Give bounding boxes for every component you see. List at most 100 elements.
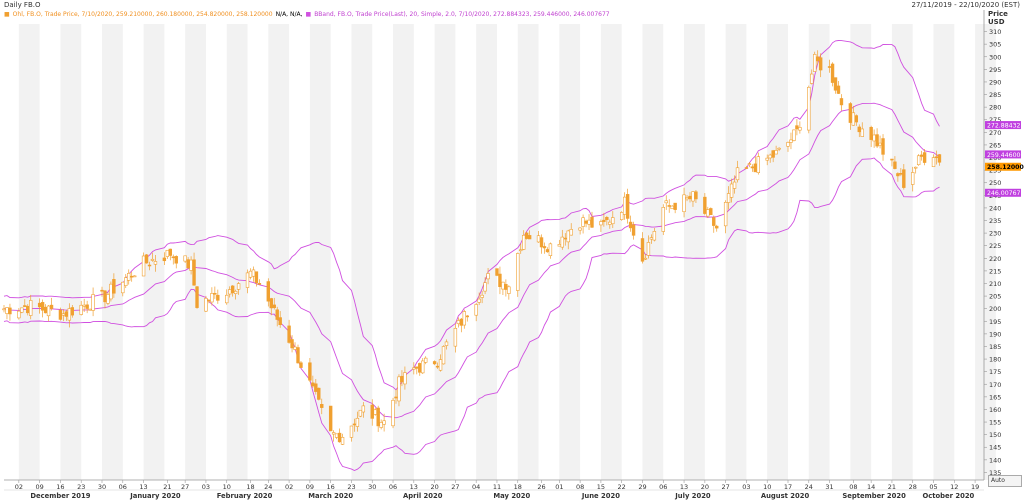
candle-body bbox=[308, 362, 312, 381]
candle-body bbox=[85, 304, 89, 309]
day-tick-label: 26 bbox=[537, 483, 545, 491]
day-tick-label: 06 bbox=[119, 483, 127, 491]
candle-body bbox=[415, 366, 419, 369]
candle-body bbox=[397, 376, 401, 402]
candle-body bbox=[622, 196, 627, 215]
candle-body bbox=[456, 320, 461, 325]
candle-body bbox=[670, 205, 674, 210]
candle-body bbox=[875, 134, 879, 147]
auto-scale-button[interactable]: Auto bbox=[988, 475, 1022, 487]
month-label: December 2019 bbox=[30, 492, 90, 500]
day-tick-label: 23 bbox=[77, 483, 85, 491]
candle-body bbox=[709, 208, 713, 215]
price-tick-label: 305 bbox=[989, 41, 1001, 49]
candle-body bbox=[153, 261, 158, 265]
price-tick-label: 165 bbox=[989, 393, 1001, 401]
price-tick-label: 140 bbox=[989, 456, 1001, 464]
candle-body bbox=[382, 420, 386, 425]
candle-body bbox=[646, 242, 651, 256]
price-tick-label: 195 bbox=[989, 318, 1001, 326]
candle-body bbox=[174, 256, 178, 264]
month-label: October 2020 bbox=[922, 492, 974, 500]
day-tick-label: 17 bbox=[784, 483, 792, 491]
candle-body bbox=[269, 298, 273, 309]
candle-body bbox=[628, 221, 633, 229]
candle-body bbox=[486, 273, 490, 280]
week-band bbox=[434, 24, 456, 480]
candle-body bbox=[507, 286, 511, 294]
price-tag-label: 258.120000 bbox=[987, 164, 1024, 171]
week-band bbox=[268, 24, 290, 480]
candle-body bbox=[899, 173, 903, 175]
price-tick-label: 265 bbox=[989, 141, 1001, 149]
price-tick-label: 310 bbox=[989, 28, 1001, 36]
candle-body bbox=[227, 289, 232, 295]
month-label: September 2020 bbox=[842, 492, 906, 500]
candle-body bbox=[230, 285, 235, 294]
day-tick-label: 10 bbox=[763, 483, 771, 491]
day-tick-label: 08 bbox=[849, 483, 857, 491]
candle-body bbox=[703, 196, 707, 214]
week-band bbox=[559, 24, 581, 480]
candle-body bbox=[462, 311, 467, 326]
month-label: August 2020 bbox=[761, 492, 810, 500]
candle-body bbox=[236, 283, 241, 290]
candle-body bbox=[619, 212, 624, 220]
day-tick-label: 09 bbox=[306, 483, 314, 491]
day-tick-label: 16 bbox=[327, 483, 335, 491]
candle-body bbox=[334, 433, 339, 438]
candle-body bbox=[542, 246, 547, 249]
week-band bbox=[476, 24, 497, 480]
candle-body bbox=[296, 347, 300, 364]
candle-body bbox=[611, 217, 615, 225]
candle-body bbox=[418, 363, 422, 373]
candle-body bbox=[605, 217, 609, 220]
candle-body bbox=[112, 279, 116, 294]
candle-body bbox=[810, 73, 814, 84]
price-chart[interactable]: 1351401451501551601651701751801851901952… bbox=[0, 0, 1024, 502]
candle-body bbox=[661, 207, 665, 232]
candle-body bbox=[548, 243, 553, 256]
day-tick-label: 21 bbox=[888, 483, 896, 491]
price-tick-label: 150 bbox=[989, 431, 1001, 439]
candle-body bbox=[438, 359, 443, 371]
candle-body bbox=[480, 294, 484, 298]
price-tick-label: 295 bbox=[989, 66, 1001, 74]
candle-body bbox=[890, 158, 894, 161]
price-tick-label: 155 bbox=[989, 419, 1001, 427]
price-tick-label: 205 bbox=[989, 293, 1001, 301]
candle-body bbox=[590, 216, 594, 228]
candle-body bbox=[2, 308, 6, 311]
day-tick-label: 22 bbox=[618, 483, 626, 491]
day-tick-label: 24 bbox=[805, 483, 813, 491]
candle-body bbox=[272, 304, 276, 309]
candle-body bbox=[602, 219, 606, 222]
candle-body bbox=[649, 237, 654, 240]
candle-body bbox=[245, 272, 250, 288]
candle-body bbox=[566, 230, 570, 243]
candle-body bbox=[732, 181, 737, 189]
day-tick-label: 18 bbox=[246, 483, 254, 491]
candle-body bbox=[545, 249, 550, 253]
candle-body bbox=[673, 202, 677, 210]
day-tick-label: 24 bbox=[264, 483, 272, 491]
week-band bbox=[185, 24, 206, 480]
candle-body bbox=[839, 98, 844, 106]
candle-body bbox=[896, 173, 900, 177]
candle-body bbox=[815, 56, 820, 62]
candle-body bbox=[46, 305, 51, 317]
candle-body bbox=[340, 437, 345, 445]
candle-body bbox=[557, 244, 562, 247]
candle-body bbox=[355, 417, 360, 427]
week-band bbox=[143, 24, 165, 480]
candle-body bbox=[539, 237, 544, 248]
candle-body bbox=[652, 231, 657, 241]
price-tick-label: 225 bbox=[989, 242, 1001, 250]
candle-body bbox=[337, 432, 342, 443]
candle-body bbox=[521, 234, 526, 250]
price-tick-label: 215 bbox=[989, 267, 1001, 275]
candle-body bbox=[61, 313, 66, 316]
day-tick-label: 29 bbox=[638, 483, 646, 491]
candle-body bbox=[376, 407, 380, 427]
day-tick-label: 21 bbox=[163, 483, 171, 491]
